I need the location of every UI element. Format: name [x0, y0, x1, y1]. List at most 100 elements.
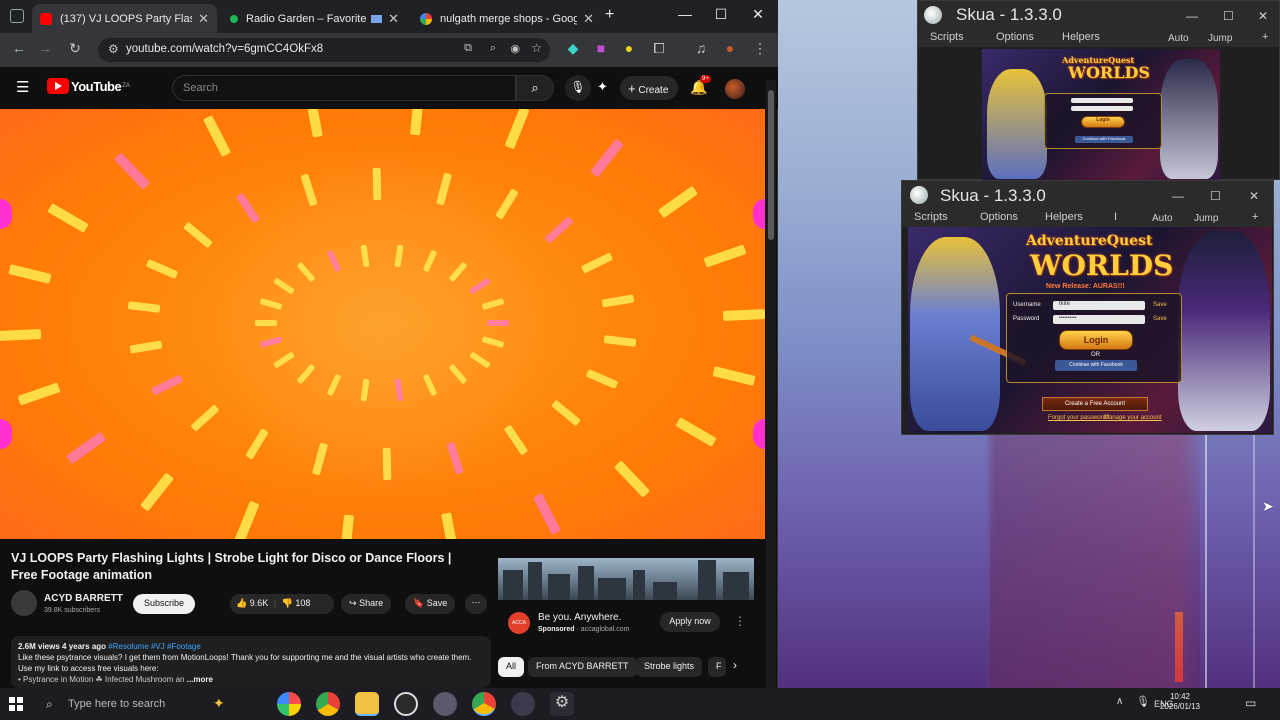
save-password-label[interactable]: Save	[1153, 316, 1167, 322]
subscribe-button[interactable]: Subscribe	[133, 594, 195, 614]
save-username-label[interactable]: Save	[1153, 302, 1167, 308]
forgot-password-link[interactable]: Forgot your password?	[1048, 415, 1109, 421]
search-button[interactable]: ⌕	[516, 75, 554, 101]
settings-gear-icon[interactable]: ⚙	[550, 692, 574, 716]
account-avatar[interactable]	[725, 79, 745, 99]
maximize-icon[interactable]: ☐	[1223, 9, 1234, 23]
chip-strobe-lights[interactable]: Strobe lights	[636, 657, 703, 677]
menu-options[interactable]: Options	[996, 31, 1034, 43]
windows-start-icon[interactable]	[9, 697, 23, 711]
ad-menu-icon[interactable]: ⋮	[734, 614, 746, 628]
photos-app-icon[interactable]	[277, 692, 301, 716]
menu-jump[interactable]: Jump	[1194, 213, 1218, 224]
login-button[interactable]: Login	[1059, 330, 1133, 350]
sparkle-icon[interactable]: ✦	[597, 79, 608, 95]
minimize-icon[interactable]: —	[670, 6, 700, 22]
minimize-icon[interactable]: —	[1172, 189, 1184, 203]
profile-icon[interactable]: ●	[720, 40, 740, 56]
hamburger-menu-icon[interactable]: ☰	[16, 78, 29, 96]
password-field[interactable]	[1071, 106, 1133, 111]
tab-radio-garden[interactable]: Radio Garden – Favorites ✕	[222, 4, 407, 33]
close-tab-icon[interactable]: ✕	[583, 11, 594, 27]
close-tab-icon[interactable]: ✕	[388, 11, 399, 27]
reload-icon[interactable]: ↻	[65, 40, 85, 57]
new-tab-icon[interactable]: +	[605, 6, 614, 24]
facebook-login-button[interactable]: Continue with Facebook	[1055, 360, 1137, 371]
channel-name[interactable]: ACYD BARRETT	[44, 593, 123, 604]
create-account-button[interactable]: Create a Free Account	[1042, 397, 1148, 411]
close-window-icon[interactable]: ✕	[743, 6, 773, 23]
eye-off-icon[interactable]: ◉	[510, 42, 520, 55]
extension-icon[interactable]: ●	[619, 40, 639, 56]
bookmark-star-icon[interactable]: ☆	[531, 41, 542, 55]
login-button[interactable]: Login	[1081, 116, 1125, 128]
chrome-app-icon[interactable]	[316, 692, 340, 716]
menu-helpers[interactable]: Helpers	[1045, 211, 1083, 223]
game-viewport[interactable]: AdventureQuest WORLDS New Release: AURAS…	[908, 227, 1272, 433]
extensions-puzzle-icon[interactable]: ⧠	[649, 40, 669, 57]
like-button[interactable]: 👍 9.6K	[236, 598, 268, 608]
menu-helpers[interactable]: Helpers	[1062, 31, 1100, 43]
app-icon[interactable]	[433, 692, 457, 716]
tray-overflow-icon[interactable]: ∧	[1116, 696, 1123, 707]
save-button[interactable]: 🔖 Save	[405, 594, 456, 614]
tab-actions-icon[interactable]	[10, 9, 24, 23]
menu-jump[interactable]: Jump	[1208, 33, 1232, 44]
maximize-icon[interactable]: ☐	[1210, 189, 1221, 203]
address-bar[interactable]: ⚙ youtube.com/watch?v=6gmCC4OkFx8 ⧉ ⌕ ◉ …	[98, 38, 550, 62]
forward-icon[interactable]: →	[35, 40, 55, 56]
manage-account-link[interactable]: Manage your account	[1104, 415, 1162, 421]
chip-from-channel[interactable]: From ACYD BARRETT	[528, 657, 637, 677]
menu-add[interactable]: +	[1262, 31, 1268, 43]
dislike-button[interactable]: 👎 108	[282, 598, 311, 608]
site-info-icon[interactable]: ⚙	[108, 42, 119, 56]
tab-google[interactable]: nulgath merge shops - Google ✕	[412, 4, 602, 33]
menu-auto[interactable]: Auto	[1168, 33, 1189, 44]
create-button[interactable]: + Create	[620, 76, 678, 100]
extension-icon[interactable]: ■	[591, 40, 611, 56]
back-icon[interactable]: ←	[9, 40, 29, 56]
menu-auto[interactable]: Auto	[1152, 213, 1173, 224]
media-control-icon[interactable]: ♫	[691, 40, 711, 56]
close-tab-icon[interactable]: ✕	[198, 11, 209, 27]
file-explorer-icon[interactable]	[355, 692, 379, 716]
menu-options[interactable]: Options	[980, 211, 1018, 223]
video-description[interactable]: 2.6M views 4 years ago #Resolume #VJ #Fo…	[11, 636, 491, 688]
close-icon[interactable]: ✕	[1249, 189, 1259, 203]
install-icon[interactable]: ⧉	[464, 42, 472, 55]
share-button[interactable]: ↪ Share	[341, 594, 392, 614]
chip-all[interactable]: All	[498, 657, 525, 677]
maximize-icon[interactable]: ☐	[706, 6, 736, 23]
username-field[interactable]: tkite	[1053, 301, 1145, 310]
notification-center-icon[interactable]: ▭	[1245, 696, 1256, 710]
scrollbar-thumb[interactable]	[768, 90, 774, 240]
menu-truncated[interactable]: I	[1114, 211, 1117, 223]
skua-app-icon[interactable]	[511, 692, 535, 716]
chip-partial[interactable]: F	[708, 657, 726, 677]
close-icon[interactable]: ✕	[1258, 9, 1268, 23]
sponsored-ad[interactable]: ACCA Be you. Anywhere. Sponsored · accag…	[498, 558, 754, 644]
tab-youtube[interactable]: (137) VJ LOOPS Party Flashing L ✕	[32, 4, 217, 33]
youtube-logo[interactable]: YouTube ZA	[47, 78, 130, 94]
channel-avatar[interactable]	[11, 590, 37, 616]
hashtags[interactable]: #Resolume #VJ #Footage	[108, 642, 201, 651]
steam-app-icon[interactable]	[394, 692, 418, 716]
menu-scripts[interactable]: Scripts	[914, 211, 948, 223]
skua-window-front[interactable]: Skua - 1.3.3.0 Scripts Options Helpers I…	[901, 180, 1274, 435]
facebook-login-button[interactable]: Continue with Facebook	[1075, 136, 1133, 143]
browser-menu-icon[interactable]: ⋮	[750, 40, 770, 57]
chrome-active-app-icon[interactable]	[472, 692, 496, 716]
more-actions-button[interactable]: ⋯	[465, 594, 487, 614]
search-input[interactable]: Search	[172, 75, 516, 101]
video-player[interactable]	[0, 109, 765, 539]
password-field[interactable]: ••••••••••	[1053, 315, 1145, 324]
microphone-tray-icon[interactable]: 🎙	[1136, 695, 1150, 708]
page-scrollbar[interactable]	[766, 80, 776, 688]
username-field[interactable]	[1071, 98, 1133, 103]
taskbar-clock[interactable]: 10:42 2026/01/13	[1155, 692, 1205, 712]
extension-icon[interactable]: ◆	[563, 40, 583, 57]
show-more-link[interactable]: ...more	[187, 675, 213, 684]
chips-next-icon[interactable]: ›	[733, 658, 737, 672]
minimize-icon[interactable]: —	[1186, 9, 1198, 23]
game-viewport[interactable]: AdventureQuest WORLDS Login Continue wit…	[982, 49, 1220, 181]
